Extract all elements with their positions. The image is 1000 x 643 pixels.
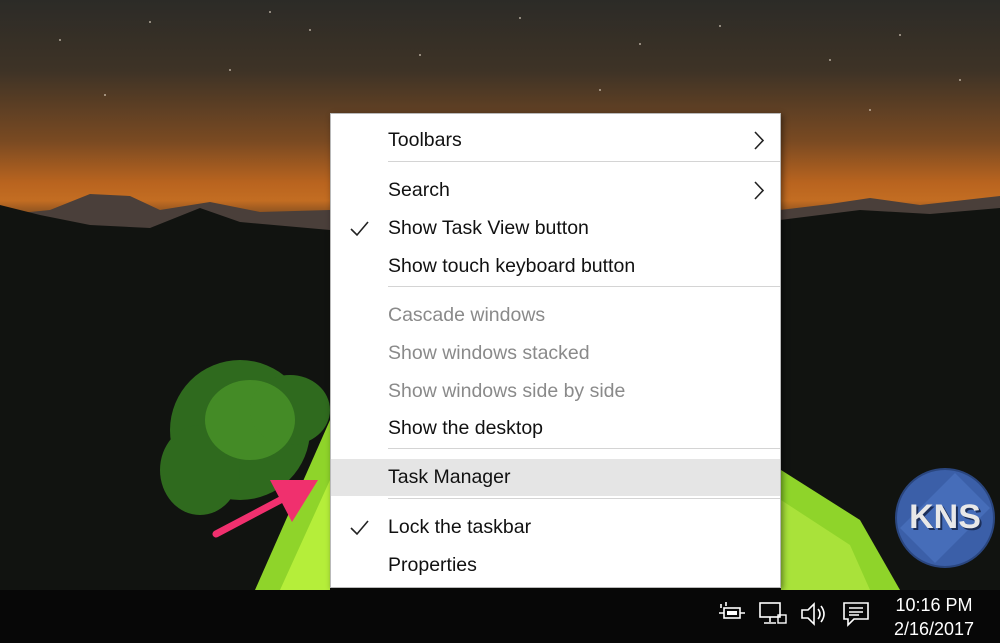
menu-item-label: Show windows side by side	[388, 380, 626, 402]
kns-watermark-logo: KNS	[895, 468, 995, 568]
menu-item-properties[interactable]: Properties	[331, 547, 780, 584]
clock-time: 10:16 PM	[895, 595, 973, 615]
taskbar-clock[interactable]: 10:16 PM 2/16/2017	[880, 590, 988, 643]
submenu-chevron-icon	[754, 181, 765, 200]
watermark-text: KNS	[909, 498, 981, 536]
menu-separator	[388, 161, 780, 162]
menu-item-label: Toolbars	[388, 129, 462, 151]
menu-item-label: Properties	[388, 554, 477, 576]
menu-item-label: Lock the taskbar	[388, 516, 532, 538]
menu-item-label: Show the desktop	[388, 417, 544, 439]
menu-item-label: Show touch keyboard button	[388, 255, 636, 277]
menu-item-cascade-windows: Cascade windows	[331, 297, 780, 334]
menu-item-toolbars[interactable]: Toolbars	[331, 122, 780, 159]
menu-separator	[388, 498, 780, 499]
menu-item-lock-the-taskbar[interactable]: Lock the taskbar	[331, 509, 780, 546]
menu-item-search[interactable]: Search	[331, 172, 780, 209]
action-center-icon[interactable]	[842, 600, 870, 628]
power-plug-icon[interactable]	[718, 600, 746, 626]
checkmark-icon	[350, 221, 369, 237]
menu-item-label: Show windows stacked	[388, 342, 590, 364]
menu-item-label: Task Manager	[388, 466, 511, 488]
network-icon[interactable]	[758, 600, 788, 628]
menu-item-label: Show Task View button	[388, 217, 589, 239]
menu-item-show-touch-keyboard-button[interactable]: Show touch keyboard button	[331, 248, 780, 285]
submenu-chevron-icon	[754, 131, 765, 150]
clock-date: 2/16/2017	[893, 619, 975, 639]
menu-item-label: Cascade windows	[388, 304, 546, 326]
menu-separator	[388, 286, 780, 287]
taskbar: 10:16 PM 2/16/2017	[0, 590, 1000, 643]
menu-item-show-windows-side-by-side: Show windows side by side	[331, 373, 780, 410]
taskbar-context-menu: Toolbars Search Show Task View button Sh…	[330, 113, 781, 588]
menu-separator	[388, 448, 780, 449]
pointer-arrow-annotation	[212, 480, 318, 538]
menu-item-show-the-desktop[interactable]: Show the desktop	[331, 410, 780, 447]
menu-item-task-manager[interactable]: Task Manager	[331, 459, 780, 496]
menu-item-show-task-view-button[interactable]: Show Task View button	[331, 210, 780, 247]
menu-item-show-windows-stacked: Show windows stacked	[331, 335, 780, 372]
menu-item-label: Search	[388, 179, 450, 201]
volume-icon[interactable]	[800, 600, 830, 628]
checkmark-icon	[350, 520, 369, 536]
